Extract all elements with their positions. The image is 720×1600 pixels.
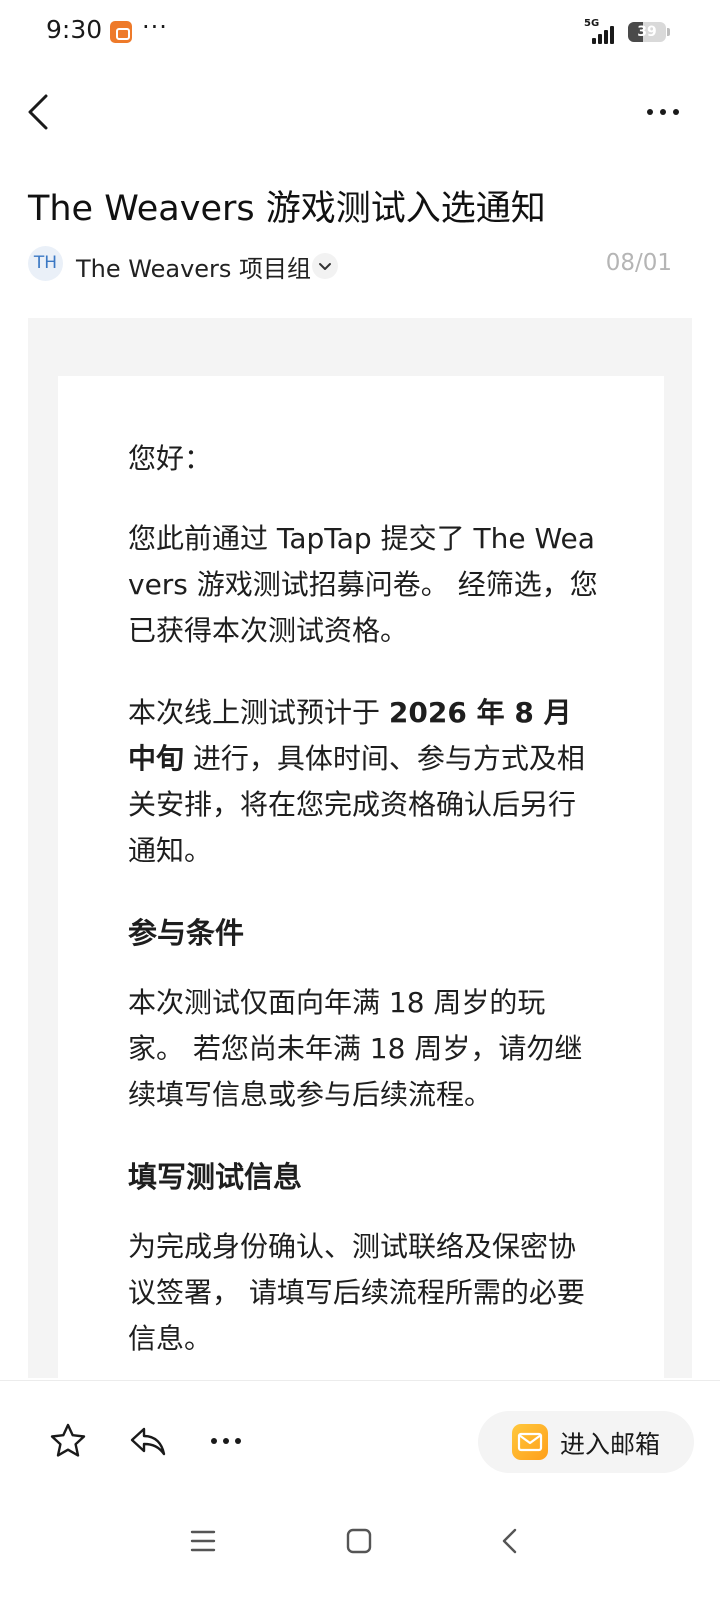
chevron-left-icon xyxy=(28,94,48,130)
home-button[interactable] xyxy=(346,1528,372,1554)
action-bar: 进入邮箱 xyxy=(0,1380,720,1490)
section-text-info: 为完成身份确认、测试联络及保密协议签署， 请填写后续流程所需的必要信息。 xyxy=(128,1230,585,1355)
system-navigation-bar xyxy=(0,1490,720,1600)
sender-name[interactable]: The Weavers 项目组 xyxy=(76,249,311,284)
reply-icon xyxy=(130,1427,166,1456)
status-more-icon: ··· xyxy=(142,13,168,41)
status-bar: 9:30 ··· 5G 39 xyxy=(0,0,720,66)
signal-icon: 5G xyxy=(584,18,622,44)
menu-icon xyxy=(190,1530,216,1552)
signal-bars xyxy=(592,26,614,44)
section-heading-conditions: 参与条件 xyxy=(128,916,245,950)
battery-level: 39 xyxy=(637,24,657,40)
status-time: 9:30 xyxy=(46,15,103,44)
back-button[interactable] xyxy=(24,90,64,134)
schedule-suffix: 进行，具体时间、参与方式及相关安排，将在您完成资格确认后另行通知。 xyxy=(128,742,585,867)
more-horizontal-icon xyxy=(647,109,679,115)
square-icon xyxy=(346,1528,372,1554)
sender-details-toggle[interactable] xyxy=(312,253,338,279)
email-subject: The Weavers 游戏测试入选通知 xyxy=(28,189,546,229)
paragraph-schedule: 本次线上测试预计于 2026 年 8 月中旬 进行，具体时间、参与方式及相关安排… xyxy=(128,690,598,874)
mail-icon xyxy=(512,1424,548,1460)
more-actions-button[interactable] xyxy=(208,1429,248,1453)
reply-button[interactable] xyxy=(128,1421,168,1461)
schedule-prefix: 本次线上测试预计于 xyxy=(128,696,389,729)
more-options-button[interactable] xyxy=(642,92,686,132)
system-back-button[interactable] xyxy=(498,1528,524,1554)
enter-mailbox-label: 进入邮箱 xyxy=(560,1430,661,1459)
sender-avatar[interactable]: TH xyxy=(28,246,63,281)
section-heading-info: 填写测试信息 xyxy=(128,1160,303,1194)
star-button[interactable] xyxy=(48,1421,88,1461)
chevron-left-icon xyxy=(502,1528,517,1554)
more-horizontal-icon xyxy=(211,1438,241,1444)
screen: 9:30 ··· 5G 39 The Weavers 游戏测试入选通知 TH T… xyxy=(0,0,720,1600)
section-text-conditions: 本次测试仅面向年满 18 周岁的玩家。 若您尚未年满 18 周岁，请勿继续填写信… xyxy=(128,986,583,1111)
recent-apps-button[interactable] xyxy=(190,1528,216,1554)
paragraph-intro: 您此前通过 TapTap 提交了 The Weavers 游戏测试招募问卷。 经… xyxy=(128,522,598,647)
greeting: 您好： xyxy=(128,442,213,475)
battery-icon: 39 xyxy=(628,22,666,42)
battery-tip xyxy=(667,28,670,36)
notification-app-icon xyxy=(110,21,132,43)
mail-content: 您好： 您此前通过 TapTap 提交了 The Weavers 游戏测试招募问… xyxy=(128,436,598,1398)
chevron-down-icon xyxy=(319,263,331,270)
star-outline-icon xyxy=(50,1423,86,1457)
enter-mailbox-button[interactable]: 进入邮箱 xyxy=(478,1411,694,1473)
email-date: 08/01 xyxy=(605,250,672,276)
